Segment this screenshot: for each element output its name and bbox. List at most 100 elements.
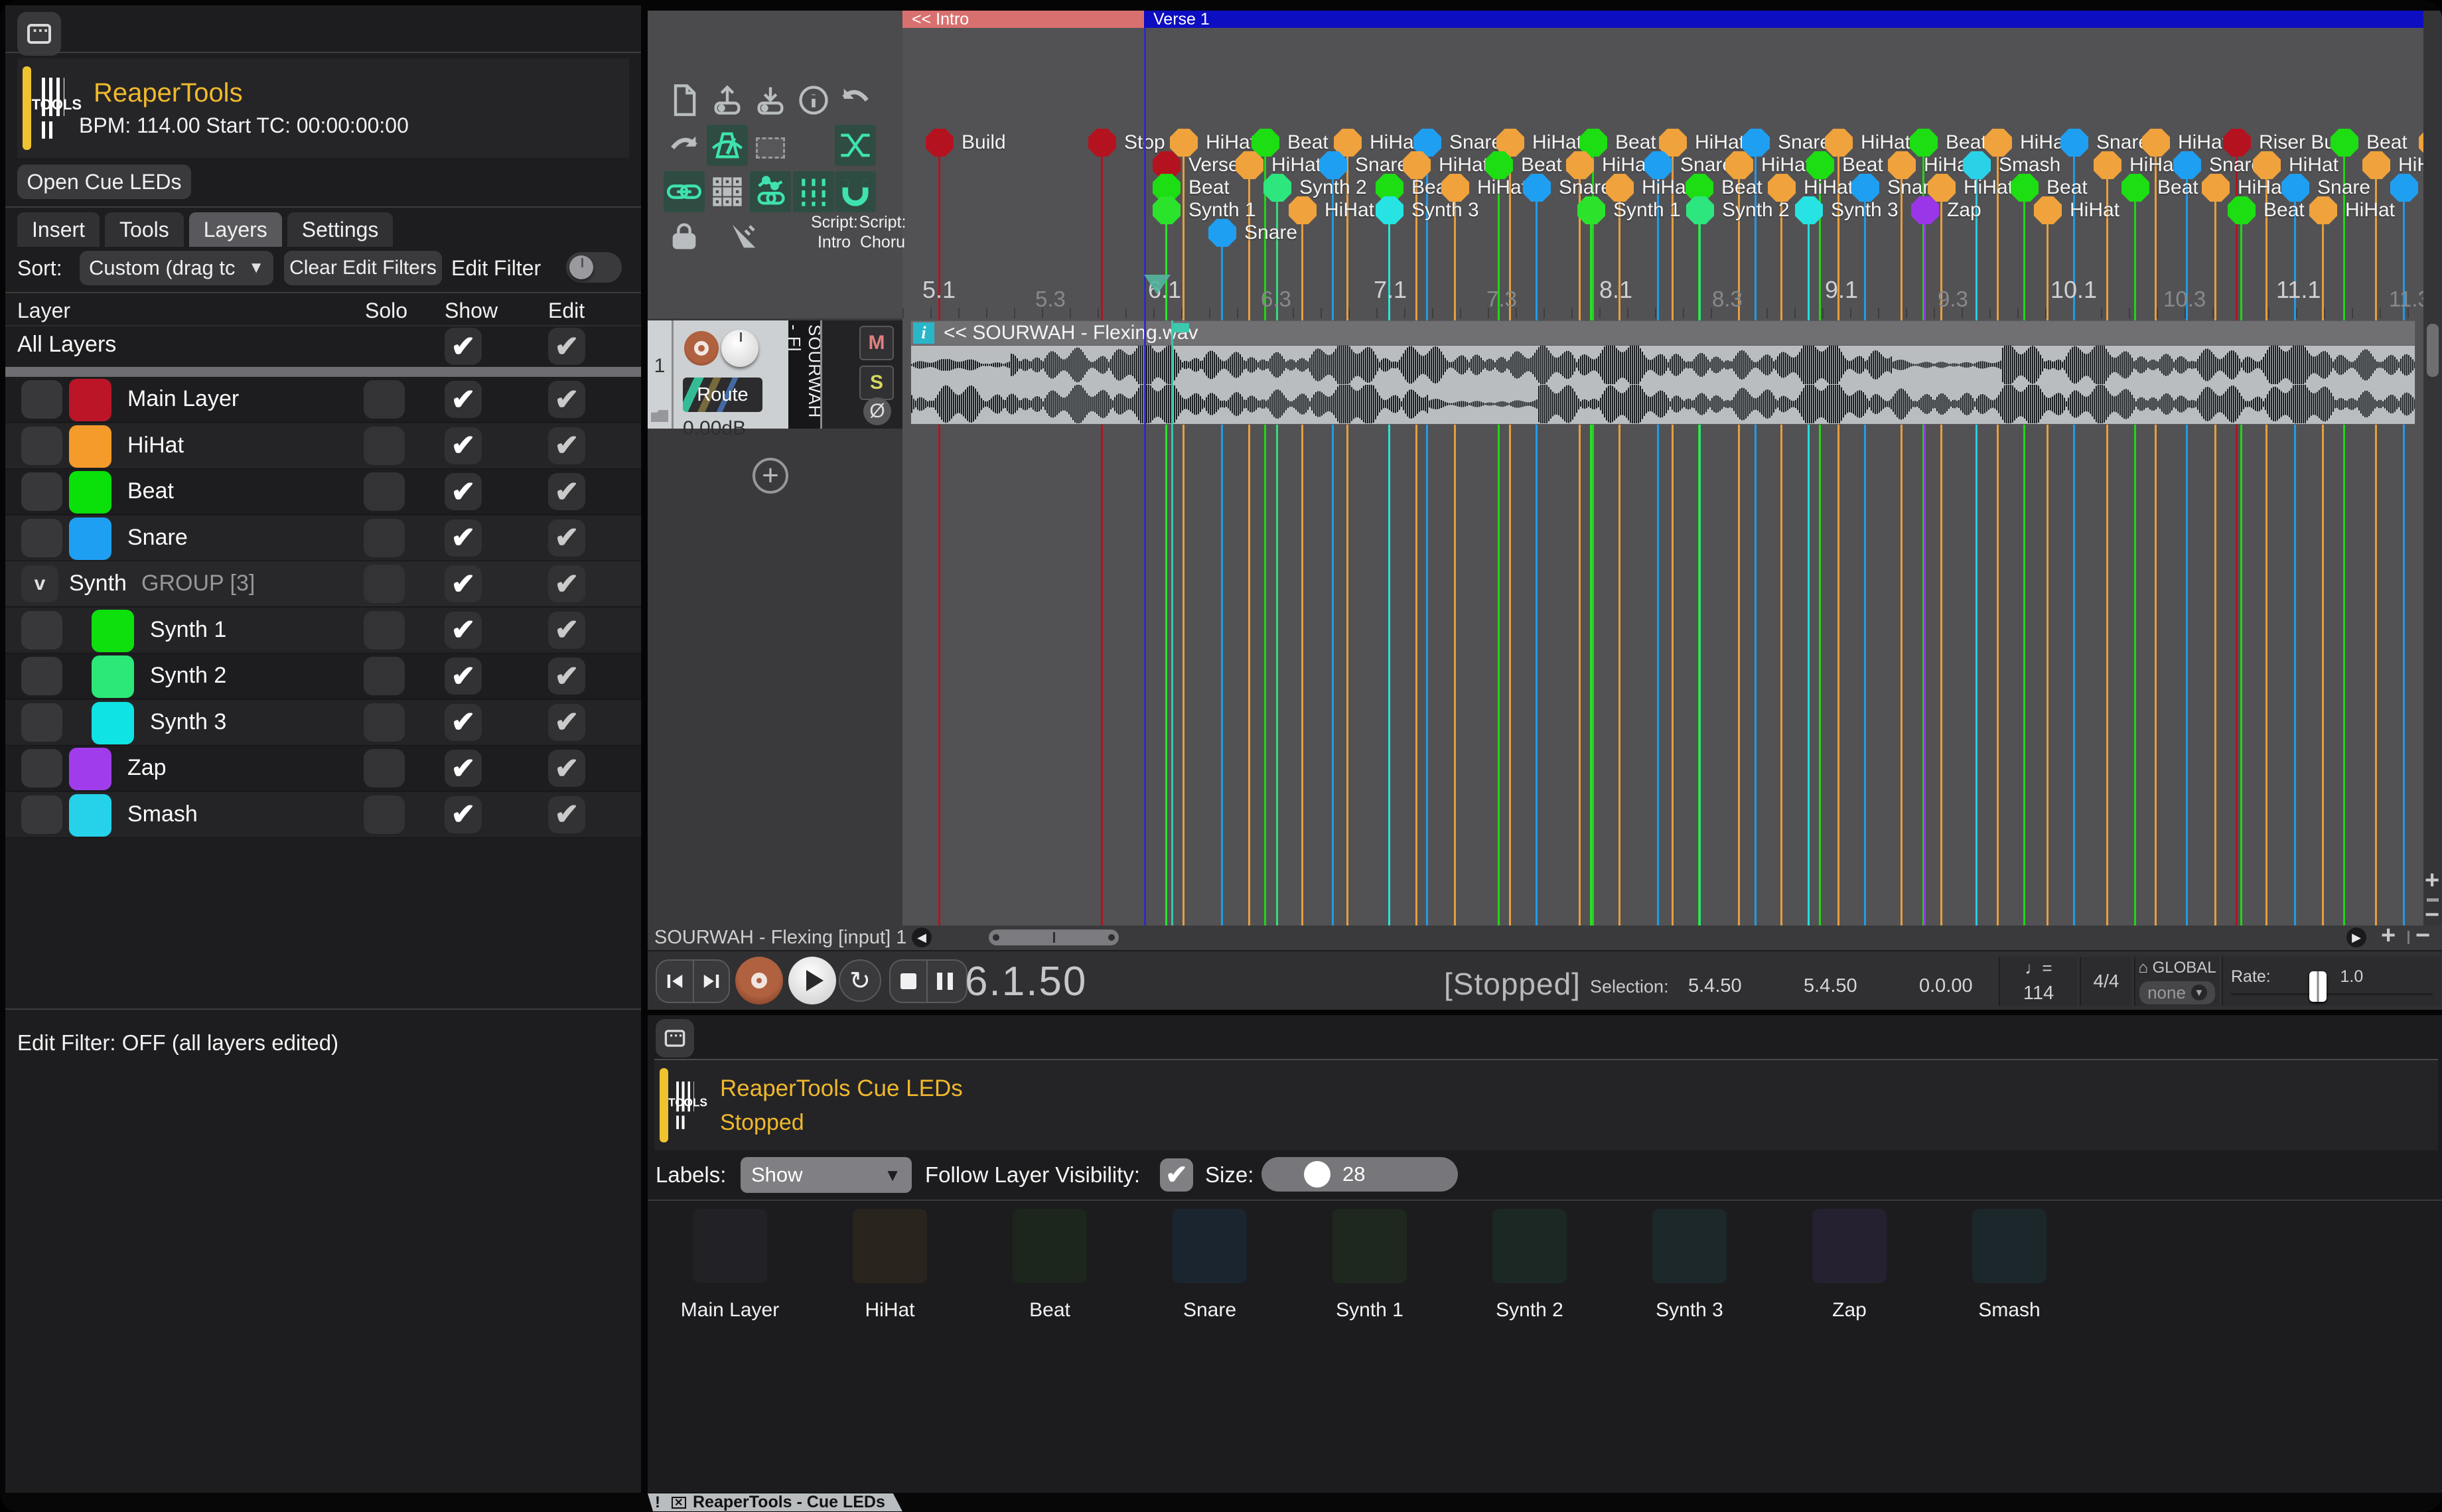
record-button[interactable]: [735, 957, 783, 1004]
layer-row[interactable]: Synth 3✔✔: [5, 700, 641, 746]
all-layers-show-checkbox[interactable]: ✔: [445, 328, 482, 365]
layer-edit-checkbox[interactable]: ✔: [548, 750, 585, 787]
layer-select-checkbox[interactable]: [21, 427, 62, 465]
selection-end[interactable]: 5.4.50: [1804, 975, 1857, 997]
zoom-center-icon[interactable]: ▶: [2346, 928, 2366, 947]
group-collapse-button[interactable]: v: [21, 565, 58, 602]
layer-edit-checkbox[interactable]: ✔: [548, 565, 585, 602]
layer-select-checkbox[interactable]: [21, 519, 62, 557]
new-project-icon[interactable]: [664, 80, 705, 121]
dock-window-button-2[interactable]: [656, 1019, 694, 1058]
layer-solo-checkbox[interactable]: [364, 749, 405, 788]
play-button[interactable]: [788, 957, 836, 1004]
layer-edit-checkbox[interactable]: ✔: [548, 612, 585, 649]
volume-knob[interactable]: [721, 330, 758, 367]
layer-color-swatch[interactable]: [92, 655, 134, 698]
info-icon[interactable]: [793, 80, 834, 121]
layer-show-checkbox[interactable]: ✔: [445, 612, 482, 649]
layer-show-checkbox[interactable]: ✔: [445, 473, 482, 510]
media-item[interactable]: i<< SOURWAH - Flexing.wav: [910, 320, 2415, 425]
rate-slider-handle[interactable]: [2309, 971, 2327, 1002]
size-slider-handle[interactable]: [1304, 1161, 1330, 1188]
cue-marker[interactable]: Synth 1: [1577, 196, 1681, 224]
size-slider[interactable]: 28: [1261, 1157, 1458, 1192]
layer-row[interactable]: Zap✔✔: [5, 746, 641, 791]
layer-select-checkbox[interactable]: [21, 611, 62, 650]
phase-button[interactable]: Ø: [863, 397, 891, 425]
zoom-in-vertical-icon[interactable]: +: [2425, 866, 2439, 895]
layer-show-checkbox[interactable]: ✔: [445, 750, 482, 787]
track-name-vertical[interactable]: SOURWAH - Fl: [788, 320, 820, 429]
layer-row[interactable]: Beat✔✔: [5, 469, 641, 515]
tab-tools[interactable]: Tools: [105, 212, 184, 247]
layer-edit-checkbox[interactable]: ✔: [548, 657, 585, 695]
script-intro-button[interactable]: Script:Intro: [811, 212, 857, 252]
layer-show-checkbox[interactable]: ✔: [445, 657, 482, 695]
layer-select-checkbox[interactable]: [21, 657, 62, 695]
layer-solo-checkbox[interactable]: [364, 427, 405, 465]
pause-button[interactable]: [926, 961, 962, 1002]
layer-show-checkbox[interactable]: ✔: [445, 565, 482, 602]
go-to-end-button[interactable]: [693, 961, 729, 1002]
layer-solo-checkbox[interactable]: [364, 565, 405, 603]
cue-marker[interactable]: HiHat: [2034, 196, 2119, 224]
timesig-box[interactable]: 4/4: [2080, 957, 2131, 1006]
automation-mode-dropdown[interactable]: none▼: [2139, 981, 2215, 1004]
selection-start[interactable]: 5.4.50: [1688, 975, 1742, 997]
edit-cursor-flag[interactable]: [1173, 323, 1189, 332]
layer-color-swatch[interactable]: [69, 517, 111, 560]
record-arm-button[interactable]: [684, 331, 719, 366]
layer-edit-checkbox[interactable]: ✔: [548, 796, 585, 833]
marquee-select-icon[interactable]: [750, 127, 791, 169]
stop-button[interactable]: [891, 961, 926, 1002]
cue-marker[interactable]: Snare: [1208, 219, 1297, 247]
layer-row[interactable]: Smash✔✔: [5, 792, 641, 838]
scroll-left-icon[interactable]: ◀: [912, 928, 932, 947]
layer-show-checkbox[interactable]: ✔: [445, 381, 482, 418]
layer-select-checkbox[interactable]: [21, 749, 62, 788]
edit-cursor-triangle[interactable]: [1144, 275, 1171, 295]
zoom-out-horizontal-icon[interactable]: −: [2415, 922, 2430, 950]
go-to-start-button[interactable]: [657, 961, 693, 1002]
layer-color-swatch[interactable]: [69, 471, 111, 514]
all-layers-edit-checkbox[interactable]: ✔: [548, 328, 585, 365]
clear-edit-filters-button[interactable]: Clear Edit Filters: [284, 251, 442, 285]
layer-edit-checkbox[interactable]: ✔: [548, 427, 585, 464]
edit-filter-toggle[interactable]: [566, 252, 622, 283]
region-verse[interactable]: Verse 1: [1144, 11, 2423, 28]
selection-length[interactable]: 0.0.00: [1919, 975, 1973, 997]
layer-edit-checkbox[interactable]: ✔: [548, 519, 585, 557]
vscroll-thumb[interactable]: [2427, 324, 2439, 377]
route-button[interactable]: Route: [683, 378, 762, 412]
snap-magnet-icon[interactable]: [835, 171, 876, 212]
layer-show-checkbox[interactable]: ✔: [445, 427, 482, 464]
zoom-in-horizontal-icon[interactable]: +: [2381, 922, 2396, 950]
layer-row[interactable]: Main Layer✔✔: [5, 377, 641, 423]
razor-icon[interactable]: [723, 216, 764, 257]
layer-solo-checkbox[interactable]: [364, 657, 405, 695]
item-info-badge[interactable]: i: [913, 322, 934, 344]
script-chorus-button[interactable]: Script:Choru: [857, 212, 908, 252]
alert-tab[interactable]: !: [648, 1493, 668, 1511]
global-automation-box[interactable]: ⌂ GLOBAL none▼: [2134, 957, 2219, 1006]
layer-select-checkbox[interactable]: [21, 795, 62, 834]
cue-leds-dock-tab[interactable]: ReaperTools - Cue LEDs: [665, 1493, 902, 1511]
repeat-button[interactable]: ↻: [839, 959, 881, 1002]
hscroll-thumb[interactable]: [989, 929, 1119, 945]
tab-settings[interactable]: Settings: [287, 212, 394, 247]
open-cue-leds-button[interactable]: Open Cue LEDs: [17, 165, 191, 199]
layer-color-swatch[interactable]: [69, 379, 111, 421]
layer-color-swatch[interactable]: [92, 702, 134, 744]
cue-marker[interactable]: Beat: [2228, 196, 2305, 224]
layer-edit-checkbox[interactable]: ✔: [548, 473, 585, 510]
metronome-icon[interactable]: [707, 125, 748, 166]
sort-dropdown[interactable]: Custom (drag tc ▼: [80, 251, 273, 285]
layer-solo-checkbox[interactable]: [364, 472, 405, 511]
layer-solo-checkbox[interactable]: [364, 519, 405, 557]
labels-dropdown[interactable]: Show▼: [741, 1157, 912, 1193]
cue-marker[interactable]: Build: [926, 129, 1006, 157]
layer-color-swatch[interactable]: [92, 610, 134, 652]
add-track-button[interactable]: +: [753, 458, 788, 494]
region-intro[interactable]: << Intro: [902, 11, 1144, 28]
layer-color-swatch[interactable]: [69, 425, 111, 468]
